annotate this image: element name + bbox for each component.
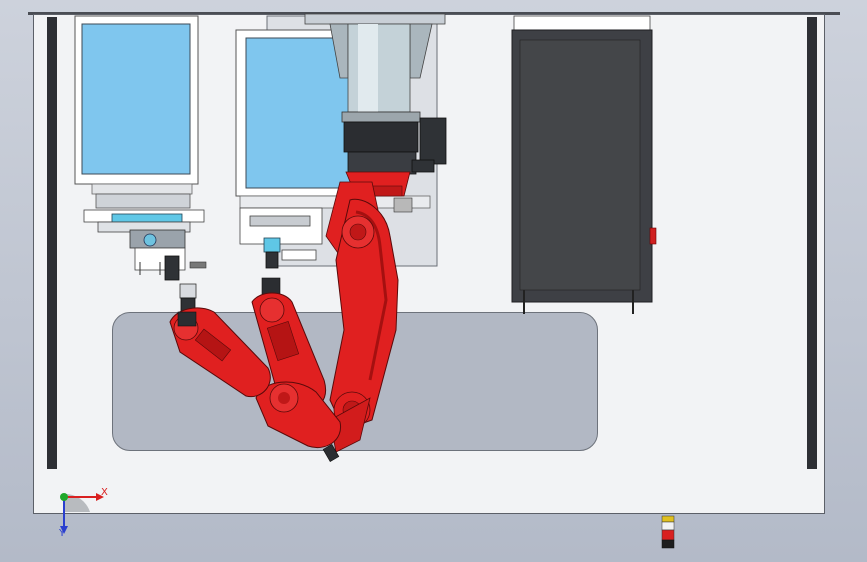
left-station-monitor: [74, 15, 199, 209]
model-drawing: [60, 13, 675, 549]
cabinet-emergency-stop-icon: [649, 227, 657, 245]
center-monitor-screen: [245, 37, 351, 189]
coordinate-triad-icon: [60, 493, 104, 534]
axis-y-label: Y: [59, 528, 66, 539]
left-station-mechanism: [83, 209, 207, 313]
axis-x-label: X: [101, 487, 108, 498]
robot-arm-left: [169, 307, 271, 398]
left-monitor-screen: [81, 23, 191, 175]
control-cabinet: [511, 15, 657, 314]
cad-viewport[interactable]: X Y: [0, 0, 867, 562]
robot-arm-forearm: [251, 277, 342, 448]
signal-tower-light: [661, 515, 675, 549]
